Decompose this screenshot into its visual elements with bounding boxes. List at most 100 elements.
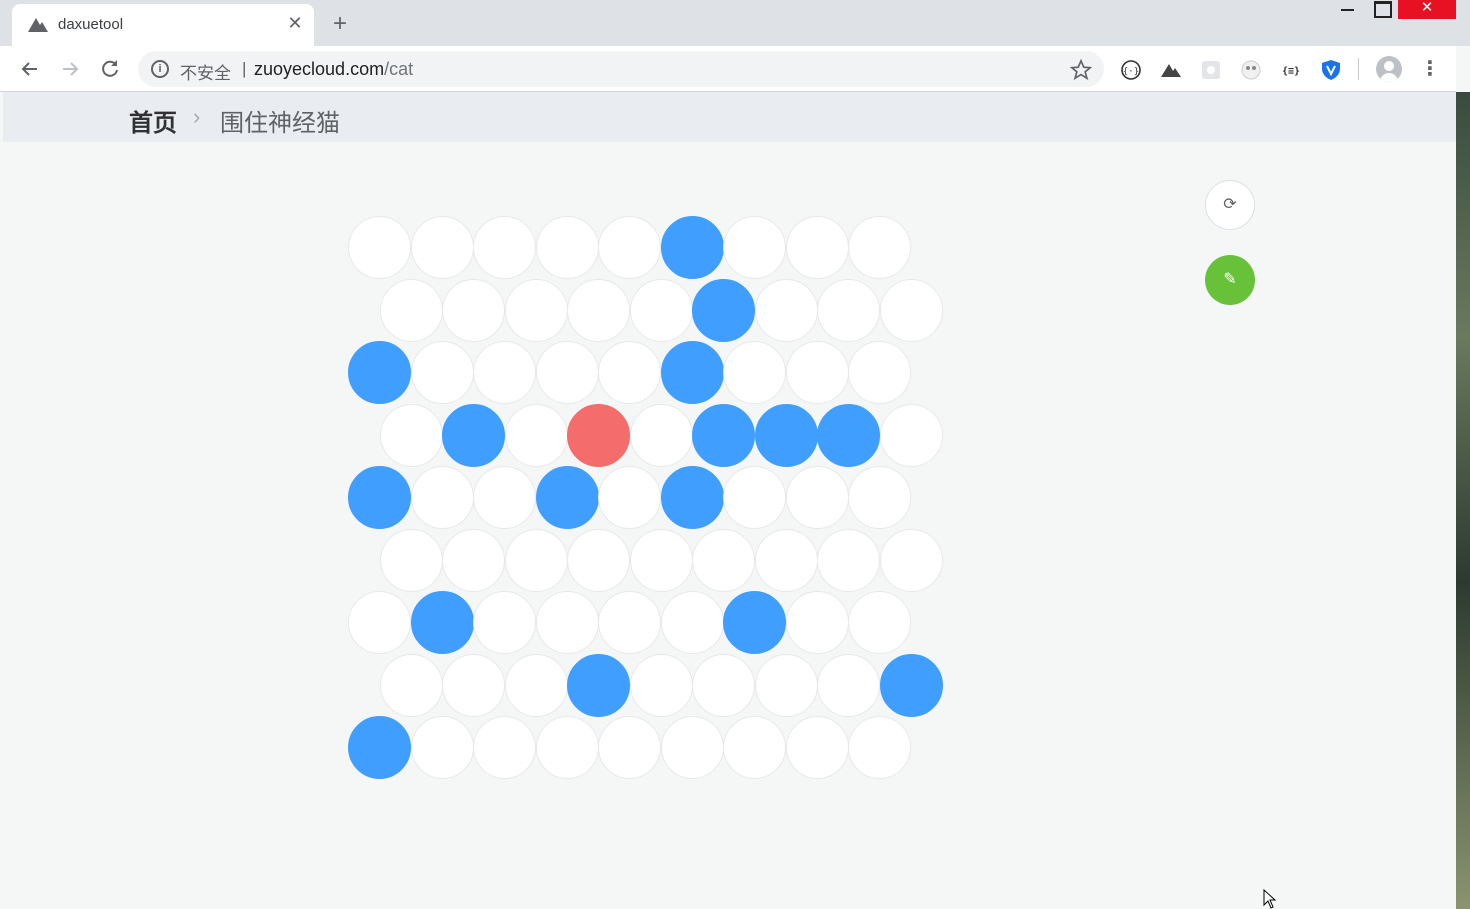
- empty-cell[interactable]: [848, 341, 911, 404]
- empty-cell[interactable]: [379, 278, 443, 342]
- window-close-button[interactable]: ✕: [1398, 0, 1456, 19]
- empty-cell[interactable]: [817, 278, 880, 342]
- empty-cell[interactable]: [598, 591, 661, 654]
- empty-cell[interactable]: [348, 216, 411, 279]
- tab-title: daxuetool: [58, 16, 124, 33]
- extension-shield-icon[interactable]: [1320, 59, 1342, 81]
- empty-cell[interactable]: [379, 528, 443, 592]
- empty-cell[interactable]: [473, 591, 536, 654]
- empty-cell[interactable]: [692, 653, 755, 717]
- empty-cell[interactable]: [629, 653, 693, 717]
- edit-icon: ✎: [1223, 271, 1237, 288]
- browser-window: daxuetool ✕ + ✕ i 不安全 | zuoyecloud.com/c…: [0, 0, 1470, 909]
- empty-cell[interactable]: [848, 591, 911, 654]
- extension-panda-icon[interactable]: [1240, 59, 1262, 81]
- empty-cell[interactable]: [379, 653, 443, 717]
- empty-cell[interactable]: [723, 716, 786, 779]
- back-arrow-icon[interactable]: [17, 56, 43, 82]
- empty-cell[interactable]: [598, 341, 661, 404]
- empty-cell[interactable]: [817, 528, 880, 592]
- browser-tab[interactable]: daxuetool ✕: [12, 4, 314, 46]
- empty-cell[interactable]: [848, 716, 911, 779]
- empty-cell[interactable]: [567, 278, 630, 342]
- empty-cell[interactable]: [629, 403, 693, 467]
- empty-cell[interactable]: [723, 341, 786, 404]
- empty-cell[interactable]: [723, 216, 786, 279]
- empty-cell[interactable]: [817, 653, 880, 717]
- empty-cell[interactable]: [598, 216, 661, 279]
- empty-cell[interactable]: [785, 716, 849, 779]
- extension-json-icon[interactable]: {≡}: [1280, 59, 1302, 81]
- empty-cell[interactable]: [785, 591, 849, 654]
- more-vert-icon[interactable]: ⋮: [1420, 56, 1440, 82]
- empty-cell[interactable]: [410, 216, 474, 279]
- empty-cell[interactable]: [504, 528, 568, 592]
- empty-cell[interactable]: [723, 466, 786, 529]
- empty-cell[interactable]: [410, 716, 474, 779]
- empty-cell[interactable]: [848, 216, 911, 279]
- restart-button[interactable]: ⟳: [1205, 180, 1255, 230]
- empty-cell[interactable]: [629, 278, 693, 342]
- empty-cell[interactable]: [785, 466, 849, 529]
- empty-cell[interactable]: [879, 278, 943, 342]
- empty-cell[interactable]: [785, 216, 849, 279]
- empty-cell[interactable]: [379, 403, 443, 467]
- wall-cell: [723, 591, 786, 654]
- empty-cell[interactable]: [535, 591, 599, 654]
- empty-cell[interactable]: [535, 716, 599, 779]
- empty-cell[interactable]: [848, 466, 911, 529]
- empty-cell[interactable]: [442, 528, 505, 592]
- window-minimize-button[interactable]: [1338, 0, 1358, 18]
- extension-grid-icon[interactable]: [1200, 59, 1222, 81]
- empty-cell[interactable]: [473, 716, 536, 779]
- empty-cell[interactable]: [879, 403, 943, 467]
- empty-cell[interactable]: [692, 528, 755, 592]
- empty-cell[interactable]: [535, 216, 599, 279]
- wall-cell: [879, 653, 943, 717]
- empty-cell[interactable]: [535, 341, 599, 404]
- bookmark-star-icon[interactable]: [1070, 59, 1092, 81]
- empty-cell[interactable]: [473, 216, 536, 279]
- empty-cell[interactable]: [504, 403, 568, 467]
- tab-close-icon[interactable]: ✕: [284, 12, 306, 34]
- reload-icon[interactable]: [97, 56, 123, 82]
- refresh-icon: ⟳: [1223, 196, 1237, 213]
- site-info-icon[interactable]: i: [151, 60, 169, 78]
- url-path: /cat: [384, 59, 414, 79]
- empty-cell[interactable]: [348, 591, 411, 654]
- empty-cell[interactable]: [754, 653, 818, 717]
- edit-button[interactable]: ✎: [1205, 255, 1255, 305]
- empty-cell[interactable]: [879, 528, 943, 592]
- empty-cell[interactable]: [410, 341, 474, 404]
- empty-cell[interactable]: [785, 341, 849, 404]
- empty-cell[interactable]: [629, 528, 693, 592]
- empty-cell[interactable]: [567, 528, 630, 592]
- profile-avatar-icon[interactable]: [1376, 56, 1402, 82]
- desktop-background-strip: [1456, 92, 1470, 909]
- empty-cell[interactable]: [660, 716, 724, 779]
- wall-cell: [442, 403, 505, 467]
- wall-cell: [660, 216, 724, 279]
- new-tab-button[interactable]: +: [328, 12, 352, 36]
- empty-cell[interactable]: [442, 653, 505, 717]
- empty-cell[interactable]: [410, 466, 474, 529]
- empty-cell[interactable]: [660, 591, 724, 654]
- wall-cell: [410, 591, 474, 654]
- forward-arrow-icon[interactable]: [57, 56, 83, 82]
- mountain-favicon-icon: [28, 18, 48, 32]
- browser-toolbar: i 不安全 | zuoyecloud.com/cat {·} {≡} ⋮: [0, 46, 1456, 92]
- wall-cell: [692, 278, 755, 342]
- extension-code-icon[interactable]: {·}: [1120, 59, 1142, 81]
- empty-cell[interactable]: [598, 716, 661, 779]
- window-maximize-button[interactable]: [1372, 0, 1392, 18]
- empty-cell[interactable]: [598, 466, 661, 529]
- empty-cell[interactable]: [473, 466, 536, 529]
- address-bar[interactable]: i 不安全 | zuoyecloud.com/cat: [138, 51, 1104, 87]
- empty-cell[interactable]: [504, 653, 568, 717]
- empty-cell[interactable]: [504, 278, 568, 342]
- empty-cell[interactable]: [442, 278, 505, 342]
- empty-cell[interactable]: [754, 278, 818, 342]
- extension-mountain-icon[interactable]: [1160, 59, 1182, 81]
- empty-cell[interactable]: [754, 528, 818, 592]
- empty-cell[interactable]: [473, 341, 536, 404]
